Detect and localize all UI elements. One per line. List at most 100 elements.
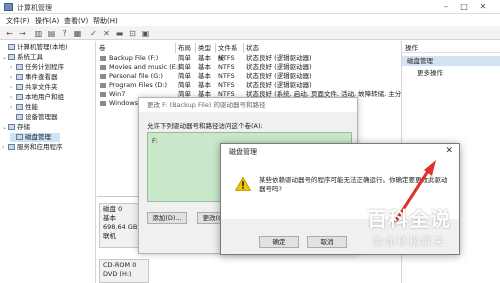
volume-row[interactable]: Program Files (D:) 简单 基本 NTFS 状态良好 (逻辑驱动… [97,81,400,90]
tools-icon [8,54,15,60]
window-title: 计算机管理 [17,4,52,12]
volume-icon [100,92,106,97]
users-icon [16,94,23,100]
maximize-button[interactable]: □ [458,2,470,12]
folder-icon [16,84,23,90]
tree-item-storage[interactable]: ⌄ 存储 [2,123,30,132]
volume-fs: NTFS [218,72,235,80]
volume-row[interactable]: Personal file (G:) 简单 基本 NTFS 状态良好 (逻辑驱动… [97,72,400,81]
column-header-layout[interactable]: 布局 [176,43,196,53]
volume-status: 状态良好 (逻辑驱动器) [246,54,312,62]
cancel-button[interactable]: 取消 [307,236,347,248]
warning-icon [235,177,251,191]
properties-icon[interactable]: ▤ [46,28,57,38]
drive-path-item[interactable]: F: [152,137,157,145]
volume-status: 状态良好 (逻辑驱动器) [246,63,312,71]
volume-name: Program Files (D:) [109,81,168,89]
title-bar: 计算机管理 – □ ✕ [0,0,500,14]
menu-file[interactable]: 文件(F) [6,16,30,26]
change-dialog-prompt: 允许下列驱动器号和路径访问这个卷(A): [147,122,263,130]
up-folder-icon[interactable]: ▥ [33,28,44,38]
menu-bar: 文件(F) 操作(A) 查看(V) 帮助(H) [0,14,500,26]
volume-type: 基本 [198,63,211,71]
volume-name: Win7 [109,90,126,98]
cdrom-type: DVD (H:) [103,270,132,278]
tree-item-computer-management[interactable]: 计算机管理(本地) [2,43,68,52]
event-icon [16,74,23,80]
volume-icon [100,74,106,79]
menu-view[interactable]: 查看(V) [64,16,88,26]
volume-name: Windows [109,99,139,107]
menu-action[interactable]: 操作(A) [35,16,59,26]
delete-icon[interactable]: ✕ [101,28,112,38]
minimize-button[interactable]: – [440,2,452,12]
volume-icon [100,65,106,70]
toolbar: ← → ▥ ▤ ? ▦ ✓ ✕ ▬ ⊡ ▣ [0,26,500,40]
computer-management-icon [4,3,13,11]
tree-item-system-tools[interactable]: ⌄ 系统工具 [2,53,43,62]
volume-icon [100,101,106,106]
column-header-volume[interactable]: 卷 [97,43,176,53]
watermark-brand: 百科全说 [367,207,451,231]
actions-section-disk-management[interactable]: 磁盘管理 [402,56,500,66]
volume-status: 状态良好 (逻辑驱动器) [246,81,312,89]
services-icon [8,144,15,150]
volume-layout: 简单 [178,54,191,62]
add-button[interactable]: 添加(D)... [147,212,187,224]
back-icon[interactable]: ← [4,28,15,38]
disk-management-icon [16,134,23,140]
volume-layout: 简单 [178,63,191,71]
column-header-status[interactable]: 状态 [244,43,400,53]
help-icon[interactable]: ? [59,28,70,38]
storage-icon [8,124,15,130]
window-icon[interactable]: ▣ [140,28,151,38]
volume-name: Movies and music (E:) [109,63,181,71]
console-icon[interactable]: ▦ [72,28,83,38]
tree-item-device-manager[interactable]: 设备管理器 [10,113,58,122]
close-button[interactable]: ✕ [477,2,489,12]
volume-fs: NTFS [218,54,235,62]
volume-status: 状态良好 (逻辑驱动器) [246,72,312,80]
ok-button[interactable]: 确定 [259,236,299,248]
column-header-filesystem[interactable]: 文件系统 [216,43,244,62]
volume-row[interactable]: Movies and music (E:) 简单 基本 NTFS 状态良好 (逻… [97,63,400,72]
open-icon[interactable]: ⊡ [127,28,138,38]
more-actions-link[interactable]: 更多操作 [417,68,443,78]
device-icon [16,114,23,120]
tree-item-services-apps[interactable]: › 服务和应用程序 [2,143,63,152]
change-dialog-title: 更改 F: (Backup File) 的驱动器号和路径 [139,98,357,112]
watermark: 百科全说 助你轻松解决 [350,203,468,263]
check-icon[interactable]: ✓ [88,28,99,38]
clock-icon [16,64,23,70]
volume-layout: 简单 [178,72,191,80]
tree-item-shared-folders[interactable]: › 共享文件夹 [10,83,58,92]
warning-message: 某些依赖驱动器号的程序可能无法正确运行。你确定要更改此驱动器号吗? [259,176,448,193]
volume-icon [100,56,106,61]
tree-item-task-scheduler[interactable]: › 任务计划程序 [10,63,64,72]
volume-fs: NTFS [218,63,235,71]
actions-header: 操作 [402,43,500,53]
tree-item-local-users[interactable]: › 本地用户和组 [10,93,64,102]
close-icon[interactable]: ✕ [445,146,453,156]
cdrom-0-label[interactable]: CD-ROM 0 DVD (H:) [99,259,149,283]
column-header-type[interactable]: 类型 [196,43,216,53]
volume-type: 基本 [198,54,211,62]
menu-help[interactable]: 帮助(H) [93,16,118,26]
forward-icon[interactable]: → [17,28,28,38]
volume-layout: 简单 [178,81,191,89]
volume-icon [100,83,106,88]
watermark-tagline: 助你轻松解决 [373,237,445,248]
volume-row[interactable]: Backup File (F:) 简单 基本 NTFS 状态良好 (逻辑驱动器) [97,54,400,63]
volume-name: Personal file (G:) [109,72,163,80]
tree-item-event-viewer[interactable]: › 事件查看器 [10,73,58,82]
tree-item-disk-management[interactable]: 磁盘管理 [10,133,60,142]
computer-icon [8,44,15,50]
disk-icon[interactable]: ▬ [114,28,125,38]
tree-item-performance[interactable]: › 性能 [10,103,38,112]
performance-icon [16,104,23,110]
volume-type: 基本 [198,81,211,89]
warning-dialog-title: 磁盘管理 [221,144,459,161]
volume-fs: NTFS [218,81,235,89]
navigation-tree: 计算机管理(本地) ⌄ 系统工具 › 任务计划程序 › 事件查看器 › 共享文件夹 › 本… [0,41,96,283]
volume-name: Backup File (F:) [109,54,159,62]
